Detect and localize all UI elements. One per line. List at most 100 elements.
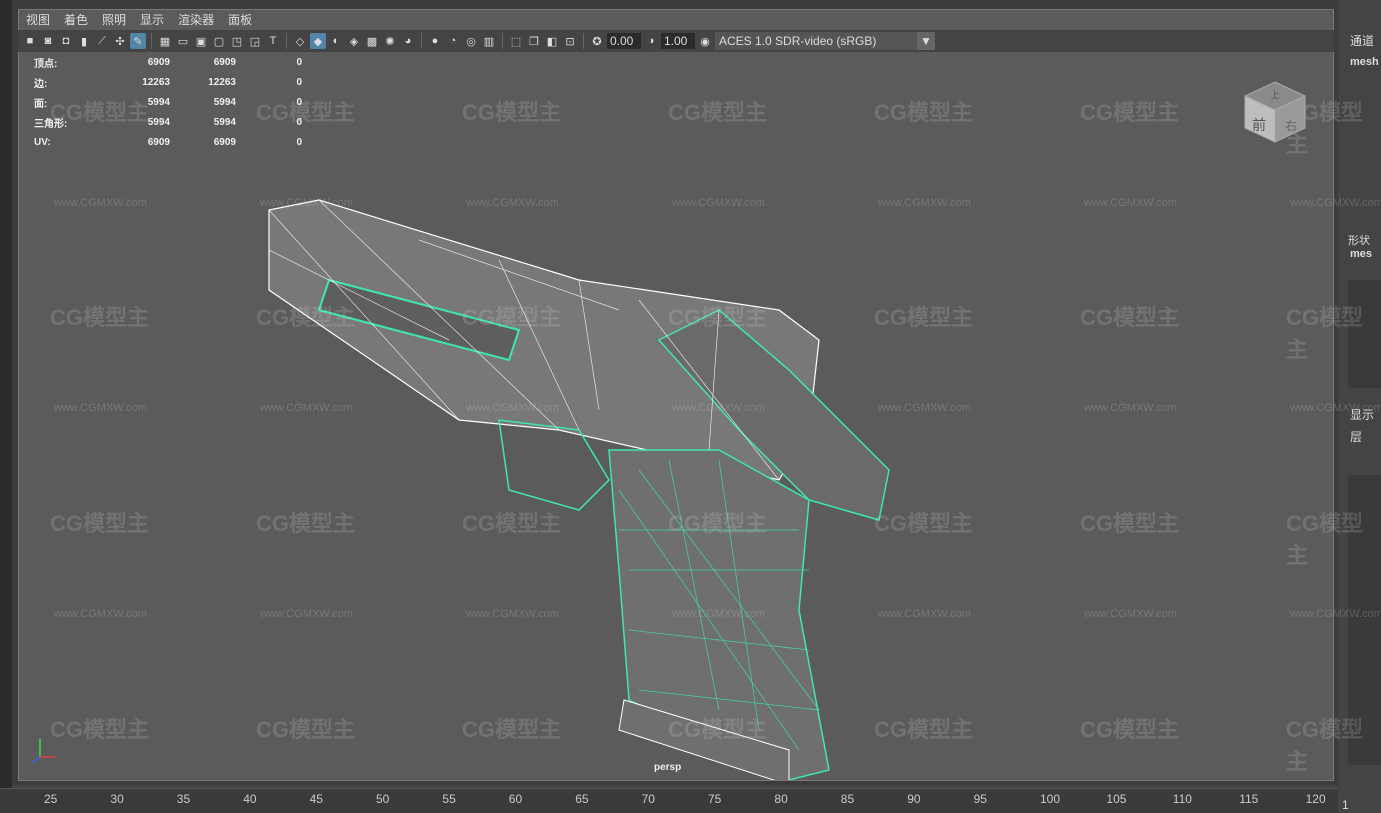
stats-value: 0	[296, 76, 302, 88]
timeline-tick-label: 25	[44, 792, 58, 806]
menu-lighting[interactable]: 照明	[102, 11, 126, 28]
resolution-gate-icon[interactable]: ▣	[193, 33, 209, 49]
watermark-logo: CG模型主	[1286, 511, 1364, 568]
watermark-url: www.CGMXW.com	[260, 402, 353, 414]
stats-label: 边:	[34, 78, 48, 90]
stats-row: 面: 5994 5994 0	[34, 92, 302, 112]
viewcube-top-label: 上	[1270, 90, 1279, 100]
isolate-select-icon[interactable]: ⬚	[508, 33, 524, 49]
stats-value: 5994	[213, 96, 236, 108]
gate-mask-icon[interactable]: ▢	[211, 33, 227, 49]
stats-value: 5994	[147, 96, 170, 108]
watermark-logo: CG模型主	[462, 305, 562, 330]
anti-alias-icon[interactable]: ◎	[463, 33, 479, 49]
watermark-url: www.CGMXW.com	[466, 402, 559, 414]
toolbar-separator	[583, 33, 584, 49]
watermark-url: www.CGMXW.com	[672, 608, 765, 620]
color-space-dropdown[interactable]: ACES 1.0 SDR-video (sRGB) ▼	[715, 32, 935, 50]
gamma-field[interactable]: 1.00	[661, 33, 695, 49]
lights-icon[interactable]: ✺	[382, 33, 398, 49]
menu-show[interactable]: 显示	[140, 11, 164, 28]
watermark-url: www.CGMXW.com	[672, 197, 765, 209]
menu-view[interactable]: 视图	[26, 11, 50, 28]
watermark-logo: CG模型主	[50, 305, 150, 330]
stats-value: 12263	[208, 76, 236, 88]
stats-label: 顶点:	[34, 58, 58, 70]
image-plane-icon[interactable]: ▮	[76, 33, 92, 49]
current-frame-field[interactable]: 1	[1342, 798, 1349, 812]
watermark-logo: CG模型主	[1286, 717, 1364, 774]
stats-label: 三角形:	[34, 118, 68, 130]
stats-row: 边: 12263 12263 0	[34, 72, 302, 92]
camera-attributes-icon[interactable]: ◙	[40, 33, 56, 49]
motion-blur-icon[interactable]: ◔	[445, 33, 461, 49]
stats-row: 三角形: 5994 5994 0	[34, 112, 302, 132]
wireframe-icon[interactable]: ◇	[292, 33, 308, 49]
grid-icon[interactable]: ▦	[157, 33, 173, 49]
stats-value: 0	[296, 136, 302, 148]
stats-label: UV:	[34, 136, 51, 148]
watermark-url: www.CGMXW.com	[672, 402, 765, 414]
watermark-logo: CG模型主	[256, 717, 356, 742]
safe-action-icon[interactable]: ◲	[247, 33, 263, 49]
stats-value: 0	[296, 116, 302, 128]
film-gate-icon[interactable]: ▭	[175, 33, 191, 49]
viewcube-right-label: 右	[1285, 118, 1297, 133]
watermark-logo: CG模型主	[256, 305, 356, 330]
watermark-url: www.CGMXW.com	[1290, 402, 1381, 414]
timeline-tick-label: 115	[1239, 792, 1259, 806]
channels-tab[interactable]: 通道	[1350, 32, 1374, 49]
watermark-url: www.CGMXW.com	[54, 402, 147, 414]
timeline-tick-label: 40	[243, 792, 257, 806]
watermark-logo: CG模型主	[256, 511, 356, 536]
menu-renderer[interactable]: 渲染器	[178, 11, 214, 28]
exposure-field[interactable]: 0.00	[607, 33, 641, 49]
stats-value: 5994	[213, 116, 236, 128]
flat-lighting-icon[interactable]: ◐	[328, 33, 344, 49]
gamma-icon[interactable]: ◑	[643, 33, 659, 49]
wireframe-on-shaded-icon[interactable]: ◈	[346, 33, 362, 49]
toolbar-separator	[502, 33, 503, 49]
textured-icon[interactable]: ▩	[364, 33, 380, 49]
viewcube-front-label: 前	[1252, 117, 1266, 133]
watermark-logo: CG模型主	[462, 100, 562, 125]
menu-panels[interactable]: 面板	[228, 11, 252, 28]
screen-space-ao-icon[interactable]: ●	[427, 33, 443, 49]
timeline-tick-label: 50	[376, 792, 390, 806]
exposure-icon[interactable]: ✪	[589, 33, 605, 49]
stats-label: 面:	[34, 98, 48, 110]
xray-icon[interactable]: ❐	[526, 33, 542, 49]
depth-of-field-icon[interactable]: ▥	[481, 33, 497, 49]
pan-zoom-icon[interactable]: ✣	[112, 33, 128, 49]
watermark-url: www.CGMXW.com	[54, 608, 147, 620]
watermark-url: www.CGMXW.com	[260, 197, 353, 209]
timeline-tick-label: 30	[110, 792, 124, 806]
layer-tab[interactable]: 层	[1350, 428, 1362, 445]
safe-title-icon[interactable]: T	[265, 33, 281, 49]
watermark-url: www.CGMXW.com	[1084, 608, 1177, 620]
timeline-tick-label: 35	[176, 792, 191, 806]
smooth-shade-icon[interactable]: ◆	[310, 33, 326, 49]
watermark-logo: CG模型主	[50, 717, 150, 742]
viewcube-icon[interactable]: 上 前 右	[1243, 80, 1307, 144]
xray-components-icon[interactable]: ⊡	[562, 33, 578, 49]
2d-pan-icon[interactable]: ✎	[130, 33, 146, 49]
color-space-value: ACES 1.0 SDR-video (sRGB)	[719, 34, 877, 48]
watermark-url: www.CGMXW.com	[1290, 608, 1381, 620]
camera-select-icon[interactable]: ■	[22, 33, 38, 49]
bookmark-icon[interactable]: ◘	[58, 33, 74, 49]
field-chart-icon[interactable]: ◳	[229, 33, 245, 49]
watermark-logo: CG模型主	[1080, 305, 1180, 330]
color-management-icon[interactable]: ◉	[697, 33, 713, 49]
watermark-logo: CG模型主	[1286, 305, 1364, 362]
stats-row: 顶点: 6909 6909 0	[34, 52, 302, 72]
xray-joints-icon[interactable]: ◧	[544, 33, 560, 49]
object-name: mesh	[1350, 56, 1379, 68]
watermark-logo: CG模型主	[50, 511, 150, 536]
shadows-icon[interactable]: ◕	[400, 33, 416, 49]
menu-shading[interactable]: 着色	[64, 11, 88, 28]
viewport-toolbar: ■ ◙ ◘ ▮ ⟋ ✣ ✎ ▦ ▭ ▣ ▢ ◳ ◲ T ◇ ◆ ◐ ◈ ▩ ✺ …	[18, 30, 1334, 52]
time-slider[interactable]: 25 30 35 40 45 50 55 60 65 70 75 80 85 90 95 100 105 110 1…	[0, 788, 1338, 813]
grease-pencil-icon[interactable]: ⟋	[94, 33, 110, 49]
heads-up-poly-count: 顶点: 6909 6909 0 边: 12263 12263 0 面: 5994 5994 0 三…	[34, 52, 302, 152]
